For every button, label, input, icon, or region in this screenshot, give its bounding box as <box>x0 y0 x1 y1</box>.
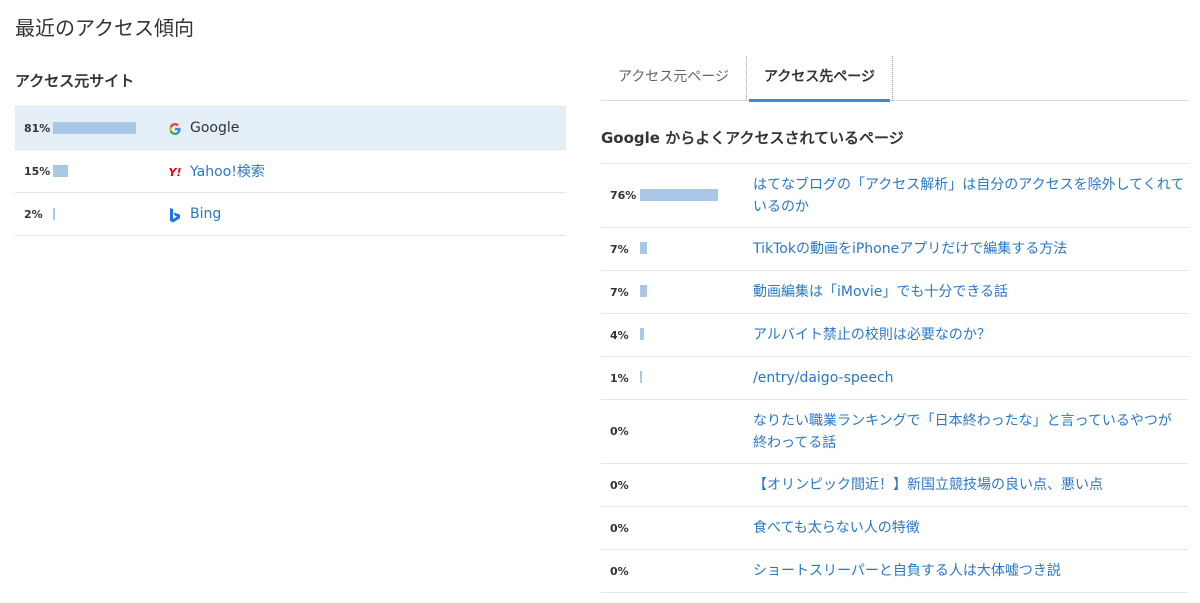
source-row-yahoo[interactable]: 15% Y! Yahoo!検索 <box>15 150 566 193</box>
access-sources-panel: アクセス元サイト 81% Google 15% Y! Yahoo!検索 2% B… <box>15 70 566 236</box>
destination-link[interactable]: なりたい職業ランキングで「日本終わったな」と言っているやつが終わってる話 <box>753 410 1185 454</box>
destination-row: 4% アルバイト禁止の校則は必要なのか？ <box>601 314 1188 357</box>
google-icon <box>167 121 183 137</box>
destination-link[interactable]: アルバイト禁止の校則は必要なのか？ <box>753 324 1185 346</box>
source-bar <box>53 208 55 220</box>
destination-bar-track <box>640 189 740 201</box>
destination-bar-track <box>640 242 740 254</box>
tab-destination-pages[interactable]: アクセス先ページ <box>746 56 893 102</box>
source-bar <box>53 165 68 177</box>
yahoo-icon: Y! <box>168 165 182 179</box>
destination-bar-track <box>640 285 740 297</box>
destination-link[interactable]: はてなブログの「アクセス解析」は自分のアクセスを除外してくれているのか <box>753 174 1185 218</box>
destination-percent: 0% <box>610 425 629 438</box>
source-bar-track <box>53 208 163 220</box>
destination-row: 76% はてなブログの「アクセス解析」は自分のアクセスを除外してくれているのか <box>601 164 1188 228</box>
destination-link[interactable]: /entry/daigo-speech <box>753 367 1185 389</box>
destination-bar-track <box>640 564 740 576</box>
destination-row: 0% ショートスリーパーと自負する人は大体嘘つき説 <box>601 550 1188 593</box>
tab-bar: アクセス元ページ アクセス先ページ <box>601 56 1188 102</box>
destination-percent: 4% <box>610 329 629 342</box>
source-percent: 2% <box>24 207 43 221</box>
destination-percent: 0% <box>610 479 629 492</box>
destination-percent: 7% <box>610 286 629 299</box>
source-link-yahoo[interactable]: Yahoo!検索 <box>190 161 265 181</box>
destination-bar <box>640 189 718 201</box>
access-destinations-panel: アクセス元ページ アクセス先ページ Google からよくアクセスされているペー… <box>601 56 1188 593</box>
source-percent: 15% <box>24 164 51 178</box>
destination-bar-track <box>640 425 740 437</box>
destination-link[interactable]: 動画編集は「iMovie」でも十分できる話 <box>753 281 1185 303</box>
destination-percent: 0% <box>610 565 629 578</box>
destination-percent: 7% <box>610 243 629 256</box>
destination-bar-track <box>640 328 740 340</box>
destination-percent: 1% <box>610 372 629 385</box>
tab-source-pages[interactable]: アクセス元ページ <box>601 56 746 101</box>
source-percent: 81% <box>24 121 51 135</box>
destination-row: 7% TikTokの動画をiPhoneアプリだけで編集する方法 <box>601 228 1188 271</box>
bing-icon <box>167 207 183 223</box>
destination-bar-track <box>640 478 740 490</box>
destination-link[interactable]: ショートスリーパーと自負する人は大体嘘つき説 <box>753 560 1185 582</box>
destination-percent: 0% <box>610 522 629 535</box>
destination-bar-track <box>640 371 740 383</box>
destination-link[interactable]: TikTokの動画をiPhoneアプリだけで編集する方法 <box>753 238 1185 260</box>
destination-bar <box>640 285 647 297</box>
source-row-bing[interactable]: 2% Bing <box>15 193 566 236</box>
destination-row: 0% なりたい職業ランキングで「日本終わったな」と言っているやつが終わってる話 <box>601 400 1188 464</box>
destination-link[interactable]: 食べても太らない人の特徴 <box>753 517 1185 539</box>
source-bar-track <box>53 122 163 134</box>
access-sources-title: アクセス元サイト <box>15 72 135 90</box>
destination-row: 0% 【オリンピック間近！】新国立競技場の良い点、悪い点 <box>601 464 1188 507</box>
source-bar-track <box>53 165 163 177</box>
page-title: 最近のアクセス傾向 <box>15 16 194 40</box>
destination-row: 0% 食べても太らない人の特徴 <box>601 507 1188 550</box>
destination-bar <box>640 242 647 254</box>
source-list: 81% Google 15% Y! Yahoo!検索 2% Bing <box>15 106 566 236</box>
destination-row: 7% 動画編集は「iMovie」でも十分できる話 <box>601 271 1188 314</box>
destination-bar <box>640 328 644 340</box>
source-link-bing[interactable]: Bing <box>190 206 221 222</box>
destination-bar <box>640 371 642 383</box>
source-row-google[interactable]: 81% Google <box>15 107 566 150</box>
destination-bar-track <box>640 521 740 533</box>
destination-link[interactable]: 【オリンピック間近！】新国立競技場の良い点、悪い点 <box>753 474 1185 496</box>
source-bar <box>53 122 136 134</box>
destinations-title: Google からよくアクセスされているページ <box>601 129 904 147</box>
destination-list: 76% はてなブログの「アクセス解析」は自分のアクセスを除外してくれているのか … <box>601 163 1188 593</box>
source-label: Google <box>190 120 240 136</box>
destination-percent: 76% <box>610 189 637 202</box>
destination-row: 1% /entry/daigo-speech <box>601 357 1188 400</box>
